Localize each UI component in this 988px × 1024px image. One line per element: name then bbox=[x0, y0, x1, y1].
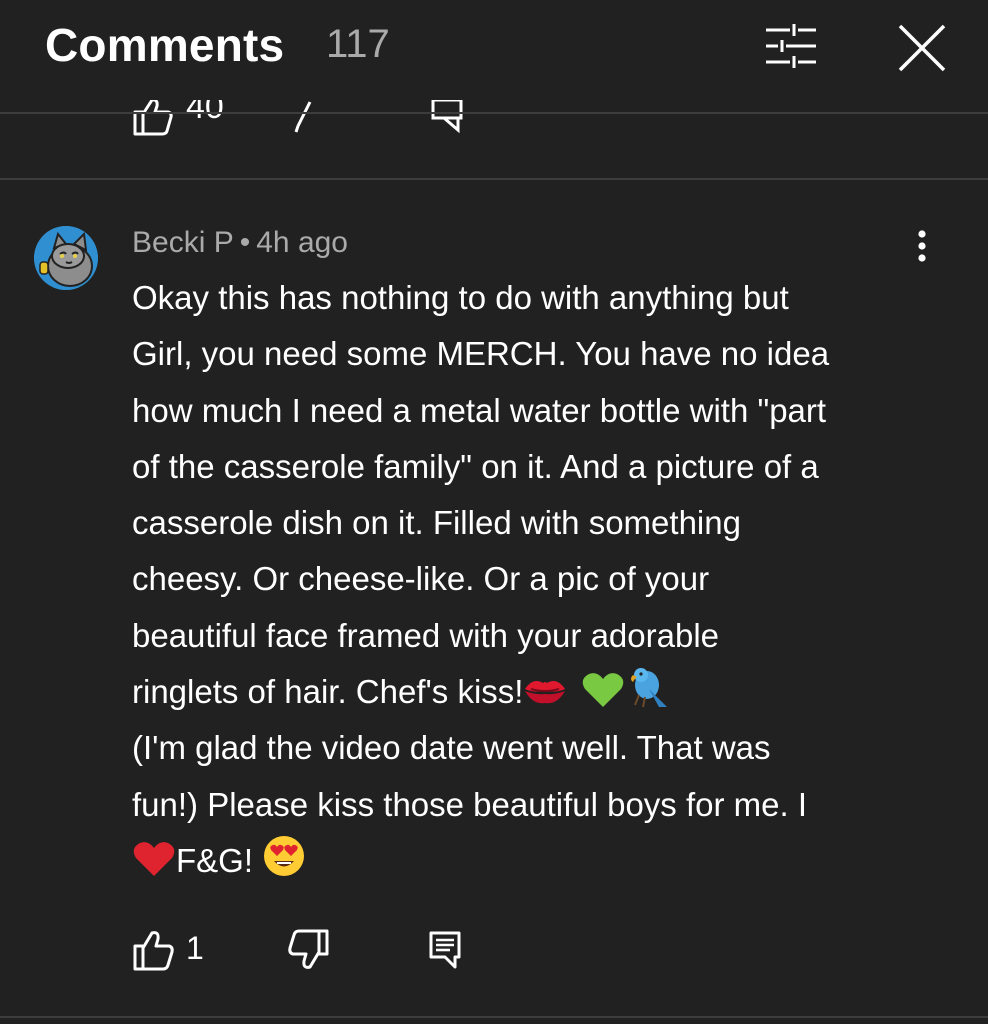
more-options-button[interactable] bbox=[906, 226, 938, 270]
comment-author[interactable]: Becki P bbox=[132, 226, 234, 259]
comment-line-with-emojis: ringlets of hair. Chef's kiss! bbox=[132, 664, 962, 720]
like-icon[interactable] bbox=[132, 96, 174, 136]
more-vertical-icon bbox=[918, 230, 926, 262]
comments-panel: 40 Comments 117 Becki P • 4h ago Okay th… bbox=[0, 0, 988, 1024]
comments-header: Comments 117 bbox=[0, 0, 988, 100]
comment-meta: Becki P • 4h ago bbox=[132, 226, 348, 260]
filter-button[interactable] bbox=[760, 22, 820, 72]
kiss-mark-emoji bbox=[525, 681, 566, 704]
thumbs-up-icon bbox=[133, 931, 174, 971]
avatar-cat-icon bbox=[34, 226, 98, 290]
comment-count: 117 bbox=[326, 22, 390, 66]
reply-icon[interactable] bbox=[430, 96, 466, 136]
thumbs-down-icon bbox=[288, 929, 329, 969]
comment-line: cheesy. Or cheese-like. Or a pic of your bbox=[132, 560, 710, 598]
dislike-button[interactable] bbox=[286, 928, 330, 972]
close-button[interactable] bbox=[894, 20, 950, 76]
reply-comment-icon bbox=[429, 931, 461, 969]
comment-line: of the casserole family" on it. And a pi… bbox=[132, 447, 819, 485]
close-icon bbox=[898, 24, 946, 72]
parrot-emoji bbox=[631, 668, 668, 708]
comment-time[interactable]: 4h ago bbox=[256, 226, 348, 259]
green-heart-emoji bbox=[583, 673, 624, 708]
comment-line: beautiful face framed with your adorable bbox=[132, 616, 720, 654]
meta-separator: • bbox=[239, 226, 251, 259]
comment-line: Okay this has nothing to do with anythin… bbox=[132, 279, 789, 316]
avatar[interactable] bbox=[34, 226, 98, 290]
sliders-icon bbox=[766, 24, 816, 68]
page-title: Comments bbox=[45, 19, 285, 71]
reply-button[interactable] bbox=[428, 930, 462, 970]
heart-eyes-emoji bbox=[264, 835, 305, 876]
comment-line: fun!) Please kiss those beautiful boys f… bbox=[132, 785, 808, 823]
comment-line: casserole dish on it. Filled with someth… bbox=[132, 504, 741, 542]
red-heart-emoji bbox=[133, 842, 175, 876]
comment-line: how much I need a metal water bottle wit… bbox=[132, 391, 827, 429]
comment-line: Girl, you need some MERCH. You have no i… bbox=[132, 335, 830, 373]
comment-actions: 1 bbox=[0, 920, 988, 980]
bottom-divider bbox=[0, 1016, 988, 1018]
dislike-icon[interactable] bbox=[290, 96, 330, 136]
comment-line-with-emojis: F&G! bbox=[132, 833, 962, 889]
comment-line: ringlets of hair. Chef's kiss! bbox=[132, 673, 524, 711]
comment-text: Okay this has nothing to do with anythin… bbox=[132, 270, 962, 889]
header-divider bbox=[0, 112, 988, 114]
comment-line: (I'm glad the video date went well. That… bbox=[132, 729, 771, 767]
like-count: 1 bbox=[186, 930, 204, 966]
comment-divider bbox=[0, 178, 988, 180]
previous-comment-actions: 40 bbox=[0, 96, 988, 136]
like-button[interactable] bbox=[132, 928, 176, 972]
comment-line: F&G! bbox=[176, 841, 254, 879]
